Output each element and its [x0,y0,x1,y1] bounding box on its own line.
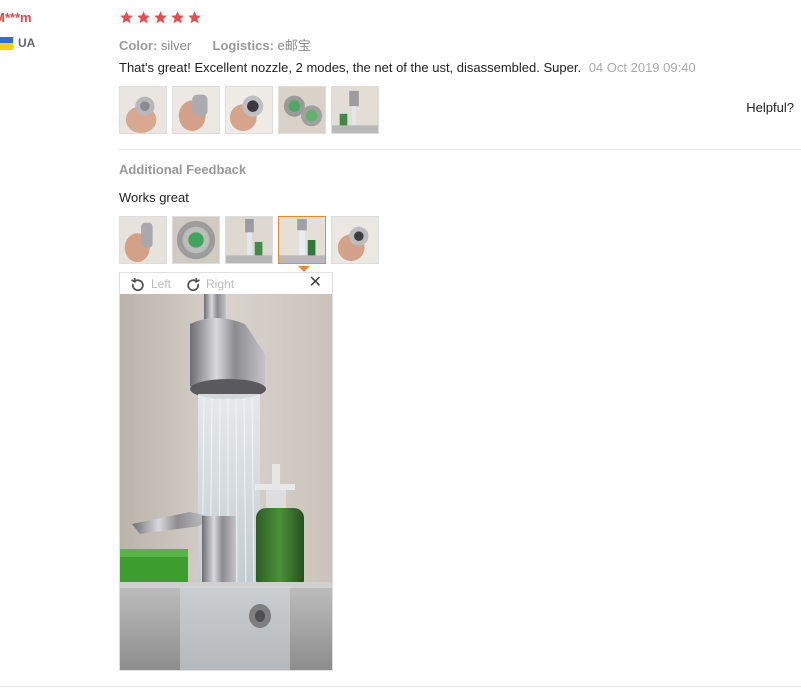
review-photo-thumb[interactable] [172,86,220,134]
feedback-photo-thumb[interactable] [331,216,379,264]
review-photo-thumb[interactable] [225,86,273,134]
section-bottom-divider [0,686,801,687]
additional-feedback-title: Additional Feedback [119,162,247,177]
color-label: Color: [119,38,158,53]
review-date: 04 Oct 2019 09:40 [588,60,696,75]
review-text: That's great! Excellent nozzle, 2 modes,… [119,60,582,75]
review-photo-thumb[interactable] [331,86,379,134]
additional-feedback-text: Works great [119,190,189,205]
rotate-left-label: Left [151,276,172,291]
logistics-label: Logistics: [212,38,274,53]
rotate-right-icon [187,277,200,291]
rotate-left-button[interactable]: Left [130,276,171,292]
review-meta: Color: silver Logistics: e邮宝 [119,35,311,54]
ukraine-flag-icon [0,36,13,50]
feedback-photos [119,216,379,264]
review-photo-thumb[interactable] [278,86,326,134]
rotate-right-button[interactable]: Right [185,276,234,292]
reviewer-country: UA [0,36,35,50]
star-icon [187,10,202,25]
photo-viewer: Left Right ✕ [119,272,333,671]
feedback-photo-thumb[interactable] [172,216,220,264]
logistics-value: e邮宝 [277,38,311,53]
star-icon [170,10,185,25]
review-body: That's great! Excellent nozzle, 2 modes,… [119,60,696,75]
rotate-right-label: Right [206,276,235,291]
feedback-photo-thumb[interactable] [225,216,273,264]
review-photo-thumb[interactable] [119,86,167,134]
close-icon[interactable]: ✕ [309,275,322,291]
feedback-photo-thumb-active[interactable] [278,216,326,264]
rating-stars [119,10,202,25]
feedback-divider [119,149,801,150]
star-icon [136,10,151,25]
color-value: silver [160,38,192,53]
helpful-link[interactable]: Helpful? [746,100,794,115]
reviewer-name: M***m [0,10,32,25]
feedback-photo-thumb[interactable] [119,216,167,264]
star-icon [119,10,134,25]
review-photos [119,86,379,134]
viewer-toolbar: Left Right ✕ [120,273,332,294]
rotate-left-icon [131,277,144,291]
viewer-photo [120,294,332,670]
star-icon [153,10,168,25]
country-code: UA [18,36,36,50]
